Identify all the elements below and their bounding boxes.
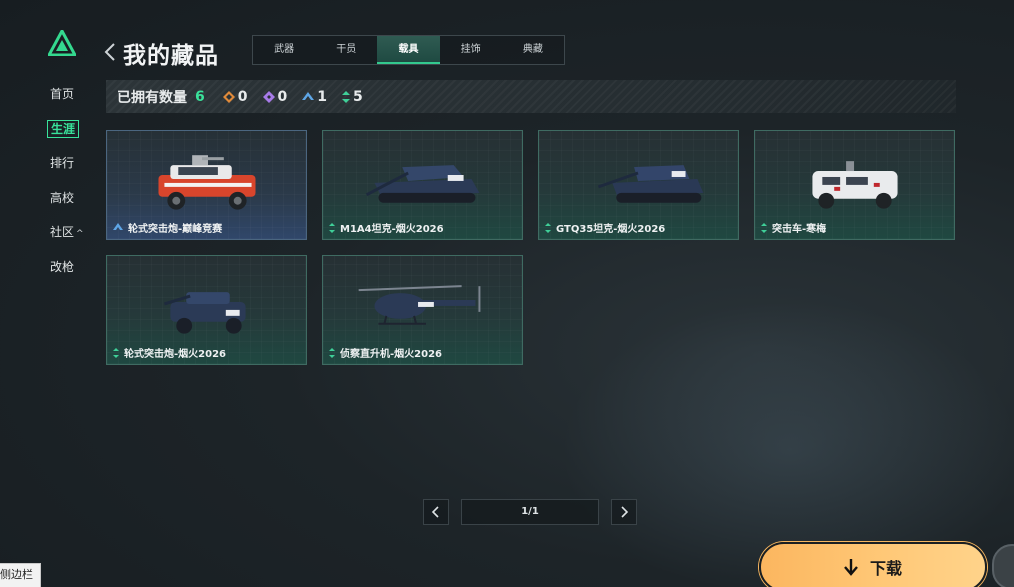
wheeled-assault-gun-image [163,292,246,334]
card-caption: GTQ35坦克-烟火2026 [545,220,665,235]
collection-card[interactable]: GTQ35坦克-烟火2026 [538,130,739,240]
assault-vehicle-image [812,161,898,209]
card-caption: 轮式突击炮-烟火2026 [113,345,226,360]
collection-card[interactable]: 突击车-寒梅 [754,130,955,240]
owned-count-bar: 已拥有数量 6 0 0 1 5 [106,80,956,113]
sidebar-item-label: 生涯 [47,119,80,138]
sidebar-item-label: 社区 [50,225,75,239]
item-name: 侦察直升机-烟火2026 [340,349,442,360]
chevron-left-icon [431,506,439,518]
rarity-count-value: 1 [317,88,327,105]
card-caption: M1A4坦克-烟火2026 [329,220,444,235]
item-name: 轮式突击炮-巅峰竞赛 [128,224,223,235]
rarity-count-value: 5 [353,88,363,105]
card-caption: 侦察直升机-烟火2026 [329,345,442,360]
item-name: 突击车-寒梅 [772,224,827,235]
sidebar-nav: 首页 生涯 排行 高校 社区 ^ 改枪 [40,84,100,291]
owned-count-total: 6 [195,88,205,105]
prev-page-button[interactable] [423,499,449,525]
rarity-count-value: 0 [277,88,288,105]
green-arrows-icon [329,222,335,233]
download-button[interactable]: 下载 [759,542,987,587]
m1a4-tank-image [365,165,480,203]
chevron-right-icon [621,506,629,518]
sidebar-item-ranking[interactable]: 排行 [40,153,100,188]
green-arrows-icon [329,347,335,358]
wheeled-assault-gun-image [158,155,256,210]
more-options-button[interactable] [992,544,1014,587]
collection-card[interactable]: 轮式突击炮-巅峰竞赛 [106,130,307,240]
tab-vehicles[interactable]: 载具 [377,36,440,64]
sidebar-item-community[interactable]: 社区 ^ [40,222,100,257]
tab-collection[interactable]: 典藏 [502,36,564,64]
purple-diamond-icon [262,90,275,103]
green-arrows-icon [761,222,767,233]
app-logo [48,30,76,56]
green-arrows-icon [113,347,119,358]
sidebar-item-label: 改枪 [50,259,75,274]
orange-diamond-icon [222,90,235,103]
next-page-button[interactable] [611,499,637,525]
chevron-up-icon: ^ [76,229,84,239]
scout-helicopter-image [358,285,481,325]
rarity-count-purple: 0 [262,88,288,105]
tab-operators[interactable]: 干员 [315,36,377,64]
back-chevron-icon[interactable] [103,41,117,63]
download-label: 下载 [869,559,902,578]
collection-card[interactable]: M1A4坦克-烟火2026 [322,130,523,240]
owned-count-label: 已拥有数量 [117,89,187,106]
green-arrows-icon [342,90,350,103]
sidebar-item-label: 排行 [50,156,75,170]
page-indicator: 1/1 [461,499,599,525]
tab-weapons[interactable]: 武器 [253,36,315,64]
sidebar-item-gun-mod[interactable]: 改枪 [40,257,100,292]
card-caption: 突击车-寒梅 [761,220,826,235]
blue-chevron-icon [113,223,123,230]
item-name: 轮式突击炮-烟火2026 [124,349,226,360]
card-caption: 轮式突击炮-巅峰竞赛 [113,220,222,235]
page-title: 我的藏品 [123,43,219,69]
collection-card[interactable]: 侦察直升机-烟火2026 [322,255,523,365]
tab-charms[interactable]: 挂饰 [440,36,502,64]
sidebar-item-label: 首页 [50,87,75,101]
sidebar-item-university[interactable]: 高校 [40,188,100,223]
rarity-count-green: 5 [342,89,363,105]
blue-chevron-icon [302,91,315,100]
rarity-count-orange: 0 [222,88,248,105]
item-name: GTQ35坦克-烟火2026 [556,224,666,235]
gtq35-tank-image [597,165,704,203]
download-arrow-icon [844,559,858,576]
green-arrows-icon [545,222,551,233]
collection-card[interactable]: 轮式突击炮-烟火2026 [106,255,307,365]
rarity-count-blue: 1 [302,89,327,105]
category-tabs: 武器 干员 载具 挂饰 典藏 [252,35,565,65]
sidebar-item-home[interactable]: 首页 [40,84,100,119]
sidebar-item-label: 高校 [50,190,75,205]
rarity-count-value: 0 [237,88,248,105]
sidebar-toggle-button[interactable]: 侧边栏 [0,563,41,587]
sidebar-item-career[interactable]: 生涯 [40,119,100,154]
item-name: M1A4坦克-烟火2026 [340,224,444,235]
